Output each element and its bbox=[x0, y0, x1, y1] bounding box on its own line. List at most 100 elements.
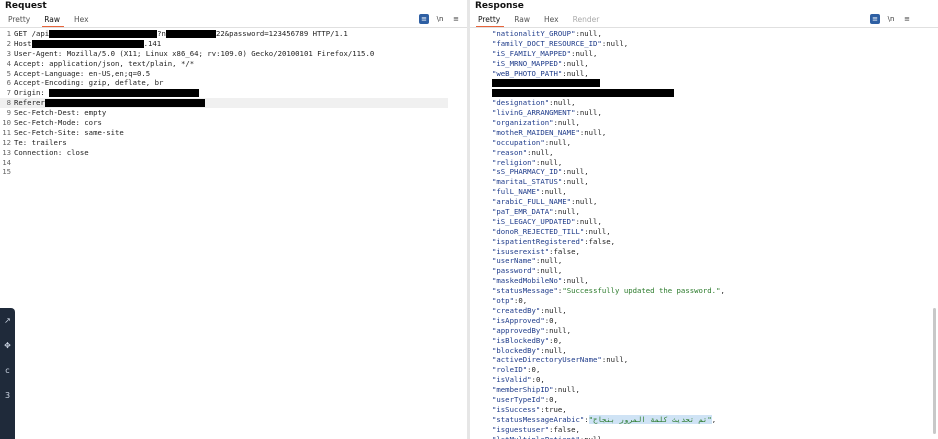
code-text: :0, bbox=[513, 296, 528, 306]
json-line[interactable]: "livinG_ARRANGMENT":null, bbox=[492, 108, 938, 118]
json-line[interactable]: "isguestuser":false, bbox=[492, 425, 938, 435]
json-line[interactable]: "weB_PHOTO_PATH":null, bbox=[492, 69, 938, 79]
json-line[interactable]: "nationalitY_GROUP":null, bbox=[492, 29, 938, 39]
json-key: "religion" bbox=[492, 157, 536, 167]
response-tabs: Pretty Raw Hex Render bbox=[474, 14, 610, 28]
json-line[interactable]: "fulL_NAME":null, bbox=[492, 187, 938, 197]
tab-hex[interactable]: Hex bbox=[540, 14, 569, 27]
response-editor[interactable]: "nationalitY_GROUP":null, "familY_DOCT_RE… bbox=[492, 29, 938, 439]
json-line[interactable]: "otp":0, bbox=[492, 296, 938, 306]
json-line[interactable]: "lstMultiplePatient":null bbox=[492, 435, 938, 439]
json-line[interactable]: "paT_EMR_DATA":null, bbox=[492, 207, 938, 217]
code-icon[interactable]: 3 bbox=[0, 383, 15, 408]
json-line[interactable]: "occupation":null, bbox=[492, 138, 938, 148]
code-line[interactable]: 9 Sec-Fetch-Dest: empty bbox=[0, 108, 467, 118]
response-scrollbar-thumb[interactable] bbox=[933, 308, 936, 434]
line-number: 3 bbox=[6, 48, 11, 58]
code-line[interactable]: 14 bbox=[0, 158, 467, 168]
response-title: Response bbox=[475, 1, 524, 11]
code-line[interactable]: 3 User-Agent: Mozilla/5.0 (X11; Linux x86… bbox=[0, 49, 467, 59]
menu-icon[interactable]: ≡ bbox=[451, 14, 461, 24]
request-editor[interactable]: 1 GET /api ?n 22&password=123456789 HTTP/1.… bbox=[0, 29, 467, 177]
tab-pretty[interactable]: Pretty bbox=[474, 14, 510, 28]
code-line[interactable]: 1 GET /api ?n 22&password=123456789 HTTP/1.… bbox=[0, 29, 467, 39]
code-line[interactable]: 5 Accept-Language: en-US,en;q=0.5 bbox=[0, 69, 467, 79]
code-text: :null, bbox=[540, 305, 567, 315]
json-line[interactable]: "sS_PHARMACY_ID":null, bbox=[492, 167, 938, 177]
json-line[interactable]: "designation":null, bbox=[492, 98, 938, 108]
json-key: "isuserexist" bbox=[492, 246, 550, 256]
json-line[interactable]: "userTypeId":0, bbox=[492, 395, 938, 405]
json-line[interactable]: "iS_MRNO_MAPPED":null, bbox=[492, 59, 938, 69]
tab-hex[interactable]: Hex bbox=[70, 14, 99, 27]
json-line[interactable]: "arabiC_FULL_NAME":null, bbox=[492, 197, 938, 207]
code-text: : bbox=[584, 414, 589, 424]
json-line[interactable]: "organization":null, bbox=[492, 118, 938, 128]
wrap-lines-icon[interactable]: ≡ bbox=[870, 14, 880, 24]
json-line[interactable]: "createdBy":null, bbox=[492, 306, 938, 316]
json-line[interactable]: "roleID":0, bbox=[492, 365, 938, 375]
code-text: GET /api bbox=[14, 29, 50, 38]
code-text: Sec-Fetch-Dest: empty bbox=[14, 108, 107, 118]
code-line[interactable]: 12 Te: trailers bbox=[0, 138, 467, 148]
json-line[interactable]: "isBlockedBy":0, bbox=[492, 336, 938, 346]
json-line[interactable]: "activeDirectoryUserName":null, bbox=[492, 355, 938, 365]
json-key: "occupation" bbox=[492, 137, 545, 147]
code-text: :0, bbox=[544, 394, 558, 404]
json-line[interactable]: "statusMessage":"Successfully updated th… bbox=[492, 286, 938, 296]
json-line[interactable]: "familY_DOCT_RESOURCE_ID":null, bbox=[492, 39, 938, 49]
json-line[interactable]: "approvedBy":null, bbox=[492, 326, 938, 336]
redacted-block bbox=[49, 89, 200, 98]
tab-pretty[interactable]: Pretty bbox=[4, 14, 40, 27]
code-line[interactable]: 15 bbox=[0, 167, 467, 177]
json-key: "memberShipID" bbox=[492, 385, 554, 395]
code-text: :0, bbox=[531, 375, 545, 385]
json-line[interactable]: "isValid":0, bbox=[492, 375, 938, 385]
wrap-lines-icon[interactable]: ≡ bbox=[419, 14, 429, 24]
json-line[interactable]: "reason":null, bbox=[492, 148, 938, 158]
json-key: "designation" bbox=[492, 98, 550, 108]
menu-icon[interactable]: ≡ bbox=[902, 14, 912, 24]
json-line[interactable]: "ispatientRegistered":false, bbox=[492, 237, 938, 247]
tab-raw[interactable]: Raw bbox=[510, 14, 540, 27]
json-line[interactable] bbox=[492, 78, 938, 88]
json-key: "arabiC_FULL_NAME" bbox=[492, 197, 572, 207]
code-text: :null, bbox=[562, 167, 589, 177]
code-line[interactable]: 10 Sec-Fetch-Mode: cors bbox=[0, 118, 467, 128]
move-icon[interactable]: ✥ bbox=[0, 333, 15, 358]
tab-render[interactable]: Render bbox=[569, 14, 610, 27]
json-line[interactable]: "religion":null, bbox=[492, 158, 938, 168]
json-line[interactable]: "iS_LEGACY_UPDATED":null, bbox=[492, 217, 938, 227]
code-line[interactable]: 13 Connection: close bbox=[0, 148, 467, 158]
code-line[interactable]: 8 Referer bbox=[0, 98, 448, 109]
newline-icon[interactable]: \n bbox=[435, 14, 445, 24]
expand-icon[interactable]: ↗ bbox=[0, 308, 15, 333]
code-line[interactable]: 2 Host .141 bbox=[0, 39, 467, 49]
code-text: :0, bbox=[544, 315, 558, 325]
code-text: :null, bbox=[575, 29, 602, 38]
code-line[interactable]: 6 Accept-Encoding: gzip, deflate, br bbox=[0, 78, 467, 88]
json-line[interactable]: "password":null, bbox=[492, 266, 938, 276]
json-line[interactable]: "statusMessageArabic":"تم تحديث كلمة الم… bbox=[492, 414, 938, 425]
json-line[interactable] bbox=[492, 88, 938, 98]
json-line[interactable]: "memberShipID":null, bbox=[492, 385, 938, 395]
code-line[interactable]: 11 Sec-Fetch-Site: same-site bbox=[0, 128, 467, 138]
json-line[interactable]: "blockedBy":null, bbox=[492, 346, 938, 356]
copy-icon[interactable]: c bbox=[0, 358, 15, 383]
json-line[interactable]: "donoR_REJECTED_TILL":null, bbox=[492, 227, 938, 237]
json-line[interactable]: "isApproved":0, bbox=[492, 316, 938, 326]
json-line[interactable]: "iS_FAMILY_MAPPED":null, bbox=[492, 49, 938, 59]
code-line[interactable]: 4 Accept: application/json, text/plain, *… bbox=[0, 59, 467, 69]
line-number: 9 bbox=[6, 108, 11, 118]
tab-raw[interactable]: Raw bbox=[40, 14, 70, 28]
code-text: , bbox=[720, 286, 725, 296]
json-line[interactable]: "isSuccess":true, bbox=[492, 405, 938, 415]
json-line[interactable]: "maskedMobileNo":null, bbox=[492, 276, 938, 286]
newline-icon[interactable]: \n bbox=[886, 14, 896, 24]
json-line[interactable]: "motheR_MAIDEN_NAME":null, bbox=[492, 128, 938, 138]
json-line[interactable]: "isuserexist":false, bbox=[492, 247, 938, 257]
request-pane: Request Pretty Raw Hex ≡ \n ≡ 1 GET /api ?n 22&… bbox=[0, 0, 467, 439]
code-line[interactable]: 7 Origin: bbox=[0, 88, 467, 98]
json-line[interactable]: "userName":null, bbox=[492, 256, 938, 266]
json-line[interactable]: "maritaL_STATUS":null, bbox=[492, 177, 938, 187]
